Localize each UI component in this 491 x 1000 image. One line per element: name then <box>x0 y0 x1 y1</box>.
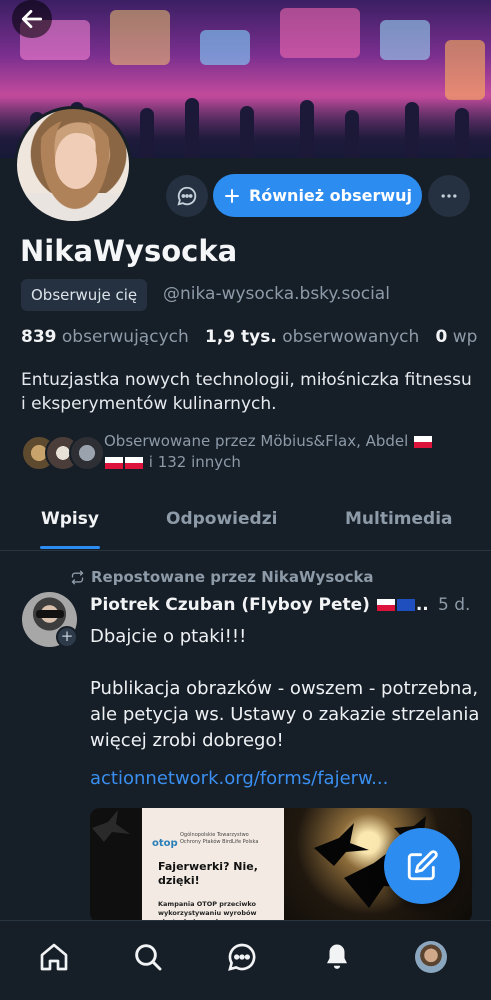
profile-bio: Entuzjastka nowych technologii, miłośnic… <box>21 370 472 414</box>
banner-person <box>300 100 314 158</box>
chat-bubble-icon <box>177 186 197 206</box>
nav-home[interactable] <box>32 935 76 979</box>
banner-person <box>405 102 419 158</box>
compose-button[interactable] <box>384 828 460 904</box>
profile-avatar[interactable] <box>14 106 132 224</box>
ellipsis-icon <box>441 194 457 198</box>
poster-headline: Fajerwerki? Nie, dzięki! <box>158 860 258 887</box>
bird-silhouette-icon <box>92 810 130 842</box>
nav-search[interactable] <box>126 935 170 979</box>
banner-screen <box>200 30 250 65</box>
banner-person <box>185 98 199 158</box>
post-timestamp[interactable]: 5 d. <box>438 595 470 615</box>
post-text-line2: Publikacja obrazków - owszem - potrzebna… <box>90 678 480 751</box>
media-panel-left <box>90 808 142 923</box>
profile-tabs: Wpisy Odpowiedzi Multimedia <box>0 495 491 551</box>
tab-media[interactable]: Multimedia <box>345 509 453 529</box>
repost-label: Repostowane przez NikaWysocka <box>91 568 374 586</box>
following-stat[interactable]: 1,9 tys. obserwowanych <box>205 327 419 347</box>
followers-count: 839 <box>21 327 57 347</box>
eu-flag-icon <box>396 599 415 611</box>
otop-org-name: Ogólnopolskie Towarzystwo Ochrony Ptaków… <box>180 832 259 845</box>
profile-stats: 839 obserwujących 1,9 tys. obserwowanych… <box>21 327 477 347</box>
banner-person <box>455 108 469 158</box>
poland-flag-icon <box>414 435 433 448</box>
search-icon <box>135 944 162 971</box>
avatar-glasses <box>36 610 64 618</box>
bottom-navigation <box>0 920 491 1000</box>
post-author[interactable]: Piotrek Czuban (Flyboy Pete) .. <box>90 595 429 615</box>
active-tab-indicator <box>40 546 100 549</box>
posts-count: 0 <box>435 327 448 347</box>
plus-icon <box>224 188 239 203</box>
poland-flag-icon <box>105 456 123 469</box>
followed-by-more: i 132 innych <box>148 453 241 471</box>
back-button[interactable] <box>12 0 52 38</box>
post-author-name: Piotrek Czuban (Flyboy Pete) <box>90 595 370 615</box>
arrow-left-icon <box>21 10 43 28</box>
nav-chat[interactable] <box>220 935 264 979</box>
poland-flag-icon <box>125 456 143 469</box>
following-count: 1,9 tys. <box>204 327 277 347</box>
followed-by-names: Obserwowane przez Möbius&Flax, Abdel <box>104 432 409 450</box>
repost-indicator[interactable]: Repostowane przez NikaWysocka <box>70 568 374 586</box>
banner-person <box>140 108 154 158</box>
post-text-line1: Dbajcie o ptaki!!! <box>90 626 247 647</box>
banner-person <box>240 106 254 158</box>
nav-notifications[interactable] <box>315 935 359 979</box>
compose-icon <box>407 850 438 881</box>
banner-screen <box>280 8 360 58</box>
profile-avatar <box>415 941 447 973</box>
followers-label: obserwujących <box>61 327 189 347</box>
banner-screen <box>110 10 170 65</box>
follow-back-button[interactable]: Również obserwuj <box>213 174 422 217</box>
chat-icon <box>228 943 256 971</box>
nav-profile[interactable] <box>409 935 453 979</box>
follower-avatar <box>69 435 105 471</box>
otop-logo: otop <box>152 838 178 849</box>
repost-icon <box>71 570 84 584</box>
tab-posts[interactable]: Wpisy <box>41 509 99 529</box>
followers-stat[interactable]: 839 obserwujących <box>21 327 189 347</box>
banner-screen <box>445 40 485 100</box>
media-panel-poster: otop Ogólnopolskie Towarzystwo Ochrony P… <box>142 808 284 923</box>
post-author-suffix: .. <box>415 595 429 615</box>
posts-stat: 0 wp <box>436 327 478 347</box>
followed-by-text[interactable]: Obserwowane przez Möbius&Flax, Abdel i 1… <box>104 431 484 473</box>
avatar-face <box>55 133 97 189</box>
display-name: NikaWysocka <box>20 234 238 268</box>
profile-handle: @nika-wysocka.bsky.social <box>163 284 390 304</box>
follow-author-plus-icon[interactable]: + <box>56 626 78 648</box>
banner-person <box>345 110 359 158</box>
bell-icon <box>327 944 347 969</box>
post-body: Dbajcie o ptaki!!! Publikacja obrazków -… <box>90 624 482 754</box>
follows-you-badge: Obserwuje cię <box>21 279 148 311</box>
more-options-button[interactable] <box>428 175 470 217</box>
home-icon <box>40 943 68 971</box>
following-label: obserwowanych <box>282 327 420 347</box>
banner-screen <box>380 20 430 60</box>
post-link[interactable]: actionnetwork.org/forms/fajerw... <box>90 768 388 789</box>
follow-back-label: Również obserwuj <box>248 186 413 205</box>
tab-replies[interactable]: Odpowiedzi <box>166 509 277 529</box>
posts-label: wp <box>452 327 478 347</box>
poland-flag-icon <box>376 599 395 611</box>
message-button[interactable] <box>166 175 208 217</box>
